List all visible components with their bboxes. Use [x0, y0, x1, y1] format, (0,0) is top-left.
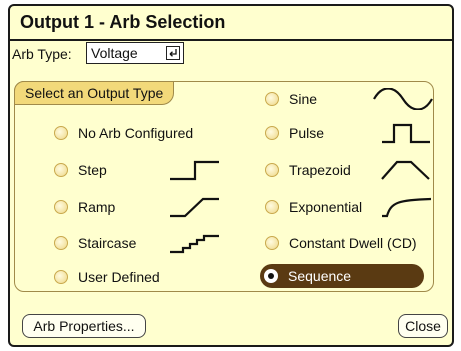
- output-type-group: [14, 81, 434, 292]
- radio-button[interactable]: [265, 92, 279, 106]
- option-constant-dwell[interactable]: Constant Dwell (CD): [265, 232, 417, 254]
- radio-button[interactable]: [265, 236, 279, 250]
- arb-type-selector[interactable]: Voltage: [86, 42, 184, 64]
- option-pulse[interactable]: Pulse: [265, 122, 324, 144]
- radio-button[interactable]: [265, 163, 279, 177]
- option-trapezoid[interactable]: Trapezoid: [265, 159, 351, 181]
- option-label: User Defined: [78, 269, 160, 285]
- option-sine[interactable]: Sine: [265, 88, 317, 110]
- staircase-wave-icon: [170, 234, 219, 254]
- radio-button[interactable]: [265, 126, 279, 140]
- sine-wave-icon: [373, 88, 433, 110]
- option-label: Exponential: [289, 199, 363, 215]
- option-label: Constant Dwell (CD): [289, 235, 417, 251]
- radio-button[interactable]: [54, 126, 68, 140]
- option-user-defined[interactable]: User Defined: [54, 266, 160, 288]
- option-sequence[interactable]: Sequence: [260, 264, 424, 288]
- close-button[interactable]: Close: [398, 314, 448, 338]
- option-label: Trapezoid: [289, 162, 351, 178]
- radio-button[interactable]: [265, 200, 279, 214]
- radio-button[interactable]: [54, 163, 68, 177]
- radio-button[interactable]: [54, 200, 68, 214]
- option-ramp[interactable]: Ramp: [54, 196, 115, 218]
- option-label: Ramp: [78, 199, 116, 215]
- option-exponential[interactable]: Exponential: [265, 196, 362, 218]
- enter-icon: [166, 46, 180, 60]
- exponential-wave-icon: [382, 197, 432, 218]
- ramp-wave-icon: [170, 197, 219, 218]
- arb-properties-button[interactable]: Arb Properties...: [22, 314, 146, 338]
- radio-button[interactable]: [54, 236, 68, 250]
- trapezoid-wave-icon: [381, 160, 430, 180]
- output-type-group-label: Select an Output Type: [14, 81, 175, 105]
- option-staircase[interactable]: Staircase: [54, 232, 136, 254]
- arb-type-label: Arb Type:: [12, 46, 72, 62]
- option-step[interactable]: Step: [54, 159, 107, 181]
- option-label: Pulse: [289, 125, 325, 141]
- dialog-title: Output 1 - Arb Selection: [20, 12, 226, 32]
- title-divider: [10, 39, 452, 41]
- arb-type-value: Voltage: [91, 45, 138, 61]
- option-label: Sequence: [288, 268, 352, 284]
- radio-button-selected[interactable]: [264, 269, 278, 283]
- pulse-wave-icon: [382, 123, 430, 144]
- option-label: Staircase: [78, 235, 137, 251]
- step-wave-icon: [170, 160, 219, 181]
- option-no-arb[interactable]: No Arb Configured: [54, 122, 193, 144]
- option-label: No Arb Configured: [78, 125, 194, 141]
- radio-button[interactable]: [54, 270, 68, 284]
- option-label: Step: [78, 162, 107, 178]
- option-label: Sine: [289, 91, 318, 107]
